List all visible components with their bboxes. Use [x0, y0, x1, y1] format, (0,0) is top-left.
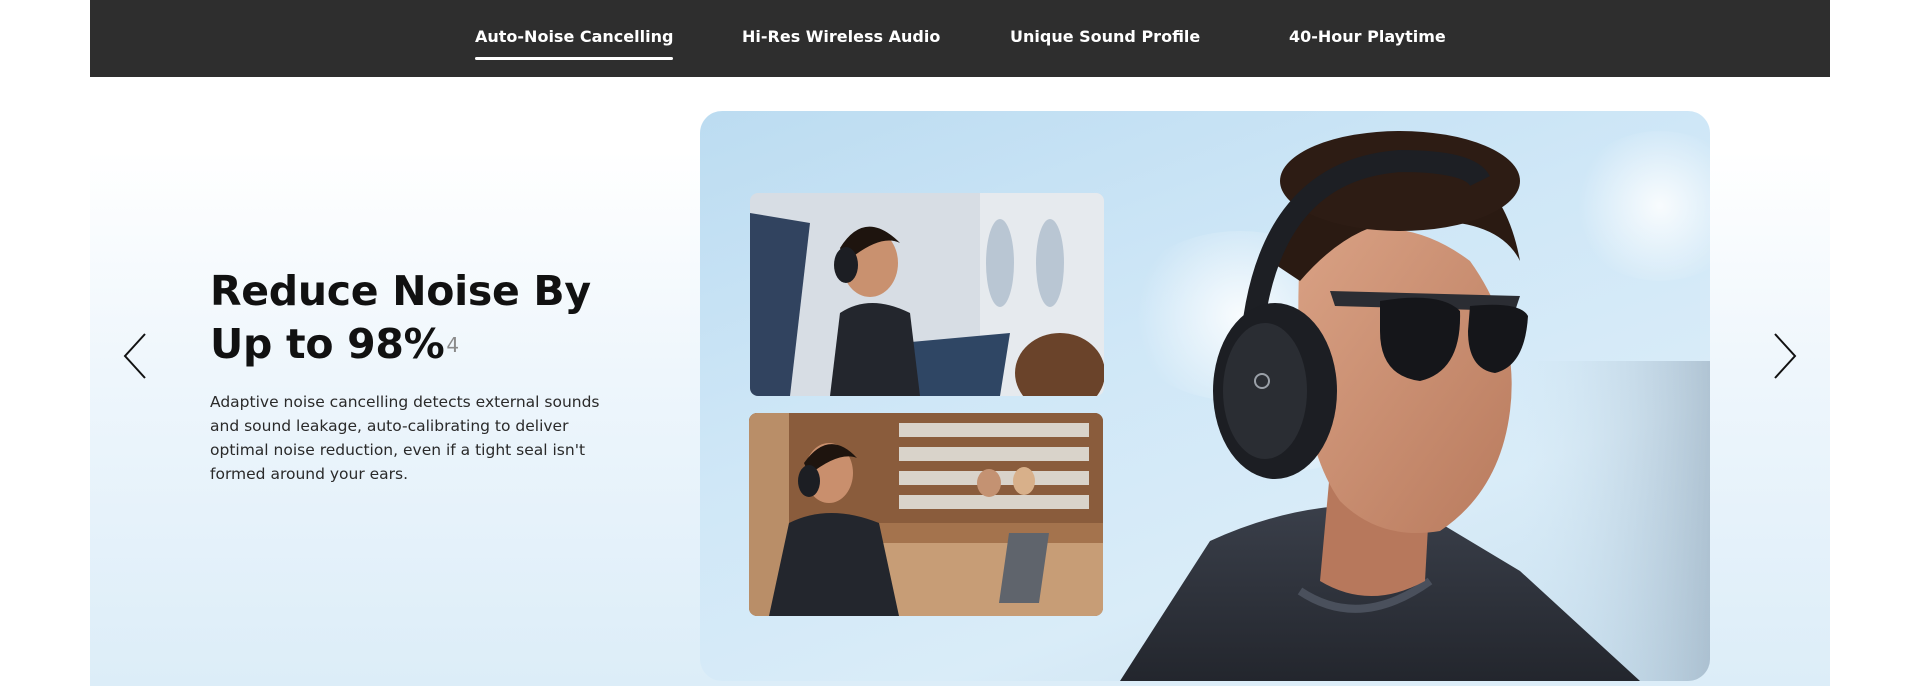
tab-40-hour-playtime[interactable]: 40-Hour Playtime: [1289, 27, 1446, 46]
hero-image-panel: [700, 111, 1710, 681]
carousel-next-button[interactable]: [1765, 326, 1805, 386]
headline-line-2: Up to 98%: [210, 320, 445, 368]
carousel-prev-button[interactable]: [115, 326, 155, 386]
feature-tab-bar: Auto-Noise Cancelling Hi-Res Wireless Au…: [90, 0, 1830, 77]
tab-hi-res-wireless-audio[interactable]: Hi-Res Wireless Audio: [742, 27, 940, 46]
chevron-right-icon: [1774, 333, 1797, 379]
tab-auto-noise-cancelling[interactable]: Auto-Noise Cancelling: [475, 27, 674, 60]
feature-description: Adaptive noise cancelling detects extern…: [210, 393, 600, 483]
feature-section: Auto-Noise Cancelling Hi-Res Wireless Au…: [90, 0, 1830, 686]
footnote-marker[interactable]: 4: [446, 333, 459, 357]
headline-line-1: Reduce Noise By: [210, 267, 591, 315]
library-photo: [749, 413, 1103, 616]
tab-unique-sound-profile[interactable]: Unique Sound Profile: [1010, 27, 1200, 46]
airplane-photo: [750, 193, 1104, 396]
man-with-headphones-image: [1120, 131, 1710, 681]
chevron-left-icon: [123, 333, 146, 379]
feature-headline: Reduce Noise By Up to 98% 4: [210, 265, 630, 371]
